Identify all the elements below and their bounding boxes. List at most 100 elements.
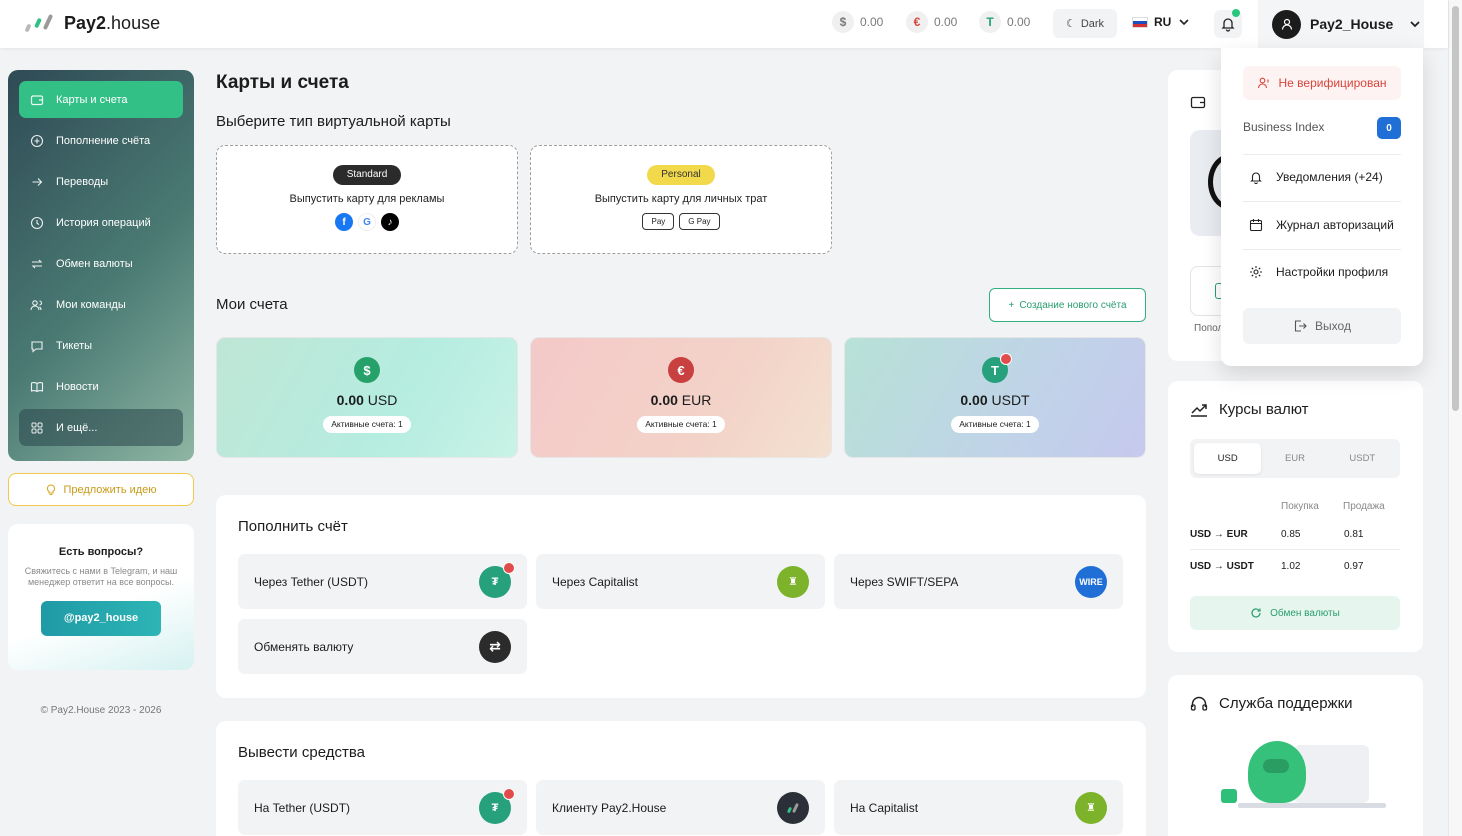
virtual-card-personal[interactable]: Personal Выпустить карту для личных трат… (530, 145, 832, 254)
tether-icon: T (979, 11, 1001, 33)
menu-item-label: Журнал авторизаций (1276, 218, 1394, 232)
apple-pay-icon: Pay (642, 213, 675, 230)
sidebar-item-label: Карты и счета (56, 93, 128, 106)
tether-icon: ₮ (479, 561, 515, 598)
tron-badge-icon (503, 561, 515, 574)
arrow-right-icon (30, 175, 44, 189)
sidebar: Карты и счета Пополнение счёта Переводы … (8, 70, 194, 461)
tab-usd[interactable]: USD (1194, 443, 1262, 474)
calendar-icon (1249, 219, 1263, 232)
suggest-idea-button[interactable]: Предложить идею (8, 473, 194, 506)
wire-icon: WIRE (1075, 565, 1107, 598)
currency-tabs: USD EUR USDT (1190, 439, 1400, 478)
sidebar-item-more[interactable]: И ещё... (19, 409, 183, 446)
sidebar-item-news[interactable]: Новости (19, 368, 183, 405)
business-index-label: Business Index (1243, 120, 1325, 134)
language-select[interactable]: RU (1132, 15, 1191, 29)
active-accounts-badge: Активные счета: 1 (951, 416, 1039, 433)
telegram-button-label: @pay2_house (63, 612, 139, 624)
topup-panel: Пополнить счёт Через Tether (USDT) ₮ Чер… (216, 495, 1146, 698)
unverified-label: Не верифицирован (1278, 76, 1387, 90)
ad-platform-icons: f G ♪ (217, 213, 517, 231)
help-text: Свяжитесь с нами в Telegram, и наш менед… (24, 566, 178, 588)
lightbulb-icon (47, 483, 56, 495)
bell-icon (1250, 172, 1262, 184)
headset-icon (1190, 696, 1208, 711)
virtual-card-standard[interactable]: Standard Выпустить карту для рекламы f G… (216, 145, 518, 254)
rate-row: USD → USDT 1.02 0.97 (1190, 551, 1400, 581)
topup-swift-option[interactable]: Через SWIFT/SEPA WIRE (834, 554, 1123, 609)
balance-usdt[interactable]: T 0.00 (979, 11, 1030, 33)
sidebar-item-exchange[interactable]: Обмен валюты (19, 245, 183, 282)
help-card: Есть вопросы? Свяжитесь с нами в Telegra… (8, 524, 194, 670)
account-card-usd[interactable]: $ 0.00 USD Активные счета: 1 (216, 337, 518, 458)
pay2house-icon (777, 791, 809, 824)
notification-dot (1232, 9, 1240, 17)
divider (1243, 249, 1401, 250)
capitalist-icon: ♜ (1075, 791, 1107, 824)
account-card-eur[interactable]: € 0.00 EUR Активные счета: 1 (530, 337, 832, 458)
topup-tether-option[interactable]: Через Tether (USDT) ₮ (238, 554, 527, 609)
google-pay-label: G Pay (688, 217, 711, 226)
option-label: На Capitalist (850, 800, 919, 815)
balance-value: 0.00 (1007, 15, 1031, 29)
buy-column-header: Покупка (1281, 501, 1319, 512)
page-scrollbar[interactable] (1448, 0, 1462, 836)
chevron-down-icon (1179, 19, 1189, 26)
sidebar-item-topup[interactable]: Пополнение счёта (19, 122, 183, 159)
top-bar: Pay2.house $ 0.00 € 0.00 T 0.00 ☾ Dark R… (0, 0, 1448, 48)
topup-capitalist-option[interactable]: Через Capitalist ♜ (536, 554, 825, 609)
notifications-menu-item[interactable]: Уведомления (+24) (1243, 170, 1401, 184)
balance-value: 0.00 (934, 15, 958, 29)
balance-eur[interactable]: € 0.00 (906, 11, 957, 33)
sidebar-item-label: Новости (56, 380, 99, 393)
notifications-button[interactable] (1214, 9, 1242, 38)
dark-mode-toggle[interactable]: ☾ Dark (1053, 9, 1117, 38)
topup-shortcut-label: Попол (1194, 323, 1224, 334)
language-code: RU (1154, 15, 1172, 29)
auth-log-menu-item[interactable]: Журнал авторизаций (1243, 218, 1401, 232)
sidebar-item-tickets[interactable]: Тикеты (19, 327, 183, 364)
tab-eur[interactable]: EUR (1261, 443, 1328, 474)
sidebar-item-history[interactable]: История операций (19, 204, 183, 241)
scrollbar-thumb[interactable] (1452, 6, 1459, 411)
logo-mark-icon (24, 12, 56, 34)
sidebar-item-teams[interactable]: Мои команды (19, 286, 183, 323)
gear-icon (1250, 266, 1262, 278)
telegram-button[interactable]: @pay2_house (41, 600, 161, 636)
user-dropdown-menu: Не верифицирован Business Index 0 Уведом… (1221, 48, 1423, 366)
user-alert-icon (1258, 77, 1270, 89)
topup-title: Пополнить счёт (238, 518, 348, 535)
sidebar-item-label: Пополнение счёта (56, 134, 151, 147)
google-pay-icon: G Pay (679, 213, 720, 230)
sidebar-item-transfers[interactable]: Переводы (19, 163, 183, 200)
users-icon (30, 298, 44, 312)
logout-button[interactable]: Выход (1243, 308, 1401, 344)
sidebar-item-cards[interactable]: Карты и счета (19, 81, 183, 118)
profile-settings-menu-item[interactable]: Настройки профиля (1243, 265, 1401, 279)
balance-usd[interactable]: $ 0.00 (832, 11, 883, 33)
rate-buy: 0.85 (1281, 529, 1301, 540)
user-menu-button[interactable]: Pay2_House (1258, 0, 1424, 48)
withdraw-client-option[interactable]: Клиенту Pay2.House (536, 780, 825, 835)
grid-icon (30, 421, 44, 435)
wallet-pay-icons: Pay G Pay (531, 213, 831, 230)
account-amount: 0.00 USDT (960, 392, 1030, 408)
virtual-cards-title: Выберите тип виртуальной карты (216, 113, 451, 130)
account-amount: 0.00 EUR (650, 392, 712, 408)
option-label: Через Tether (USDT) (254, 574, 368, 589)
tether-icon: ₮ (479, 787, 515, 824)
logo[interactable]: Pay2.house (24, 12, 160, 34)
account-card-usdt[interactable]: T 0.00 USDT Активные счета: 1 (844, 337, 1146, 458)
unverified-status-button[interactable]: Не верифицирован (1243, 66, 1401, 100)
russia-flag-icon (1132, 16, 1148, 28)
create-account-button[interactable]: + Создание нового счёта (989, 288, 1146, 322)
balance-value: 0.00 (860, 15, 884, 29)
trend-up-icon (1191, 403, 1207, 417)
withdraw-tether-option[interactable]: На Tether (USDT) ₮ (238, 780, 527, 835)
tab-usdt[interactable]: USDT (1329, 443, 1396, 474)
exchange-currency-button[interactable]: Обмен валюты (1190, 596, 1400, 630)
create-account-label: Создание нового счёта (1019, 299, 1127, 311)
withdraw-capitalist-option[interactable]: На Capitalist ♜ (834, 780, 1123, 835)
topup-exchange-option[interactable]: Обменять валюту ⇄ (238, 619, 527, 674)
